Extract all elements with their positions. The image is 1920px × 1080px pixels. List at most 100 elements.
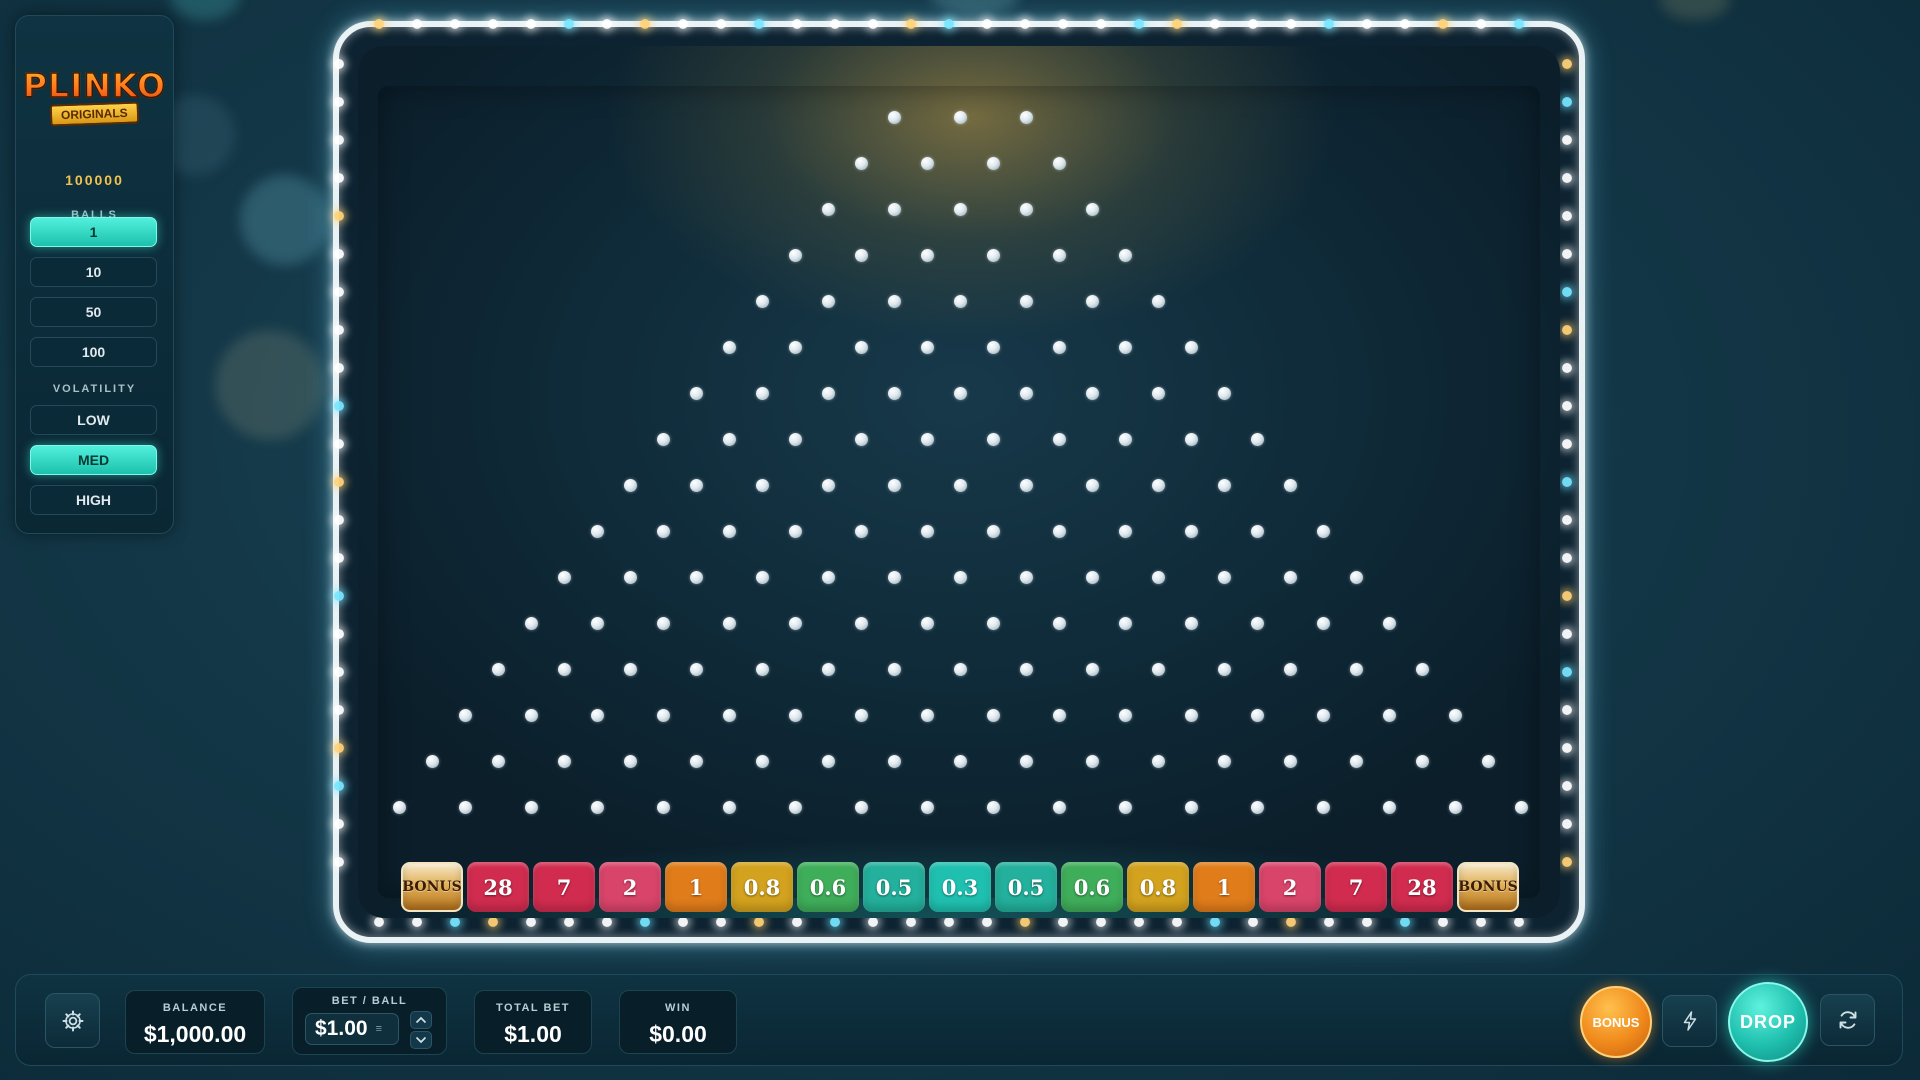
frame-light — [716, 19, 726, 29]
frame-light — [1172, 917, 1182, 927]
turbo-button[interactable] — [1662, 995, 1717, 1047]
frame-light — [1438, 19, 1448, 29]
balls-option-100[interactable]: 100 — [30, 337, 157, 367]
frame-light — [488, 19, 498, 29]
peg — [821, 754, 835, 768]
peg — [986, 340, 1000, 354]
frame-light — [678, 19, 688, 29]
peg — [1019, 662, 1033, 676]
peg — [920, 708, 934, 722]
frame-light — [334, 477, 344, 487]
multiplier-bucket: 28 — [467, 862, 529, 912]
peg — [755, 294, 769, 308]
peg — [491, 662, 505, 676]
peg — [1316, 708, 1330, 722]
peg — [722, 432, 736, 446]
peg — [1019, 110, 1033, 124]
auto-play-button[interactable] — [1820, 994, 1875, 1046]
bet-decrease-button[interactable] — [410, 1031, 432, 1049]
balance-label: BALANCE — [162, 1002, 228, 1014]
peg — [1052, 800, 1066, 814]
peg — [953, 294, 967, 308]
frame-light — [1096, 917, 1106, 927]
total-bet-label: TOTAL BET — [496, 1002, 570, 1014]
peg — [623, 478, 637, 492]
peg — [920, 524, 934, 538]
peg — [524, 708, 538, 722]
peg — [491, 754, 505, 768]
peg — [953, 110, 967, 124]
peg — [524, 616, 538, 630]
peg — [623, 662, 637, 676]
frame-light — [334, 439, 344, 449]
peg — [1448, 800, 1462, 814]
peg — [986, 156, 1000, 170]
frame-light — [830, 917, 840, 927]
peg — [1052, 708, 1066, 722]
peg — [986, 524, 1000, 538]
frame-light — [1362, 19, 1372, 29]
logo-title: PLINKO — [16, 65, 173, 106]
multiplier-bucket: 0.5 — [995, 862, 1057, 912]
frame-light — [334, 515, 344, 525]
peg — [788, 708, 802, 722]
frame-light — [1562, 819, 1572, 829]
bet-value: $1.00 — [315, 1017, 368, 1040]
peg — [689, 386, 703, 400]
peg — [590, 524, 604, 538]
peg — [722, 340, 736, 354]
peg — [986, 432, 1000, 446]
peg — [755, 386, 769, 400]
peg — [920, 340, 934, 354]
peg — [854, 248, 868, 262]
bet-input[interactable]: $1.00 ≡ — [305, 1013, 399, 1045]
frame-light — [334, 173, 344, 183]
frame-light — [1562, 705, 1572, 715]
frame-light — [334, 553, 344, 563]
peg — [887, 754, 901, 768]
peg — [1019, 386, 1033, 400]
balls-option-50[interactable]: 50 — [30, 297, 157, 327]
peg — [656, 524, 670, 538]
peg — [1349, 570, 1363, 584]
peg — [953, 478, 967, 492]
balls-option-1[interactable]: 1 — [30, 217, 157, 247]
peg — [1118, 248, 1132, 262]
peg — [854, 800, 868, 814]
frame-light — [1286, 917, 1296, 927]
frame-light — [1400, 917, 1410, 927]
multiplier-bucket: 0.5 — [863, 862, 925, 912]
peg — [1250, 800, 1264, 814]
volatility-option-high[interactable]: HIGH — [30, 485, 157, 515]
bet-increase-button[interactable] — [410, 1011, 432, 1029]
bonus-button[interactable]: BONUS — [1580, 986, 1652, 1058]
frame-light — [374, 19, 384, 29]
peg — [524, 800, 538, 814]
volatility-option-low[interactable]: LOW — [30, 405, 157, 435]
peg — [1250, 616, 1264, 630]
frame-light — [830, 19, 840, 29]
volatility-option-med[interactable]: MED — [30, 445, 157, 475]
peg — [1382, 708, 1396, 722]
peg — [788, 248, 802, 262]
frame-light — [640, 19, 650, 29]
peg — [986, 616, 1000, 630]
drop-button[interactable]: DROP — [1728, 982, 1808, 1062]
frame-light — [1562, 781, 1572, 791]
bonus-bucket: BONUS — [1457, 862, 1519, 912]
game-counter: 100000 — [65, 172, 124, 188]
balance-display: BALANCE $1,000.00 — [125, 990, 265, 1054]
balls-option-10[interactable]: 10 — [30, 257, 157, 287]
frame-light — [334, 401, 344, 411]
frame-light — [1562, 59, 1572, 69]
peg — [854, 616, 868, 630]
peg — [1019, 570, 1033, 584]
peg — [854, 156, 868, 170]
settings-button[interactable] — [45, 993, 100, 1048]
peg — [887, 110, 901, 124]
frame-light — [412, 19, 422, 29]
peg — [656, 432, 670, 446]
peg — [1250, 432, 1264, 446]
frame-light — [1562, 135, 1572, 145]
frame-light — [1134, 19, 1144, 29]
